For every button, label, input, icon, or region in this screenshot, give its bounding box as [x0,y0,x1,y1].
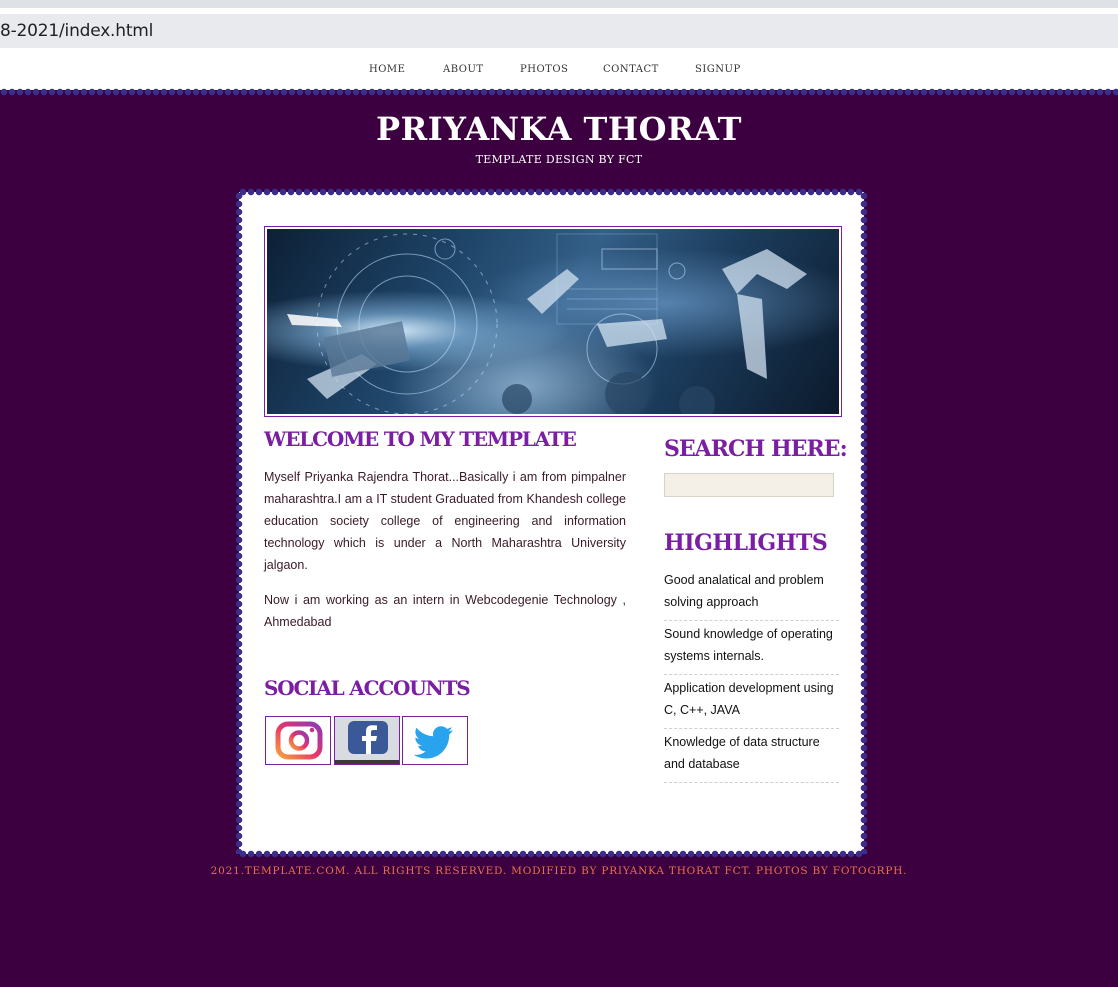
highlight-item: Good analatical and problem solving appr… [664,569,839,621]
nav-item-photos[interactable]: PHOTOS [520,64,568,75]
facebook-icon [335,717,399,764]
address-bar[interactable]: 8-2021/index.html [0,14,1118,48]
facebook-link[interactable] [334,716,400,765]
panel-border-right [860,192,868,854]
site-title: PRIYANKA THORAT [376,110,742,148]
highlight-item: Knowledge of data structure and database [664,731,839,783]
search-input[interactable] [664,473,834,497]
hero-robotics-illustration [267,229,839,414]
footer-copyright: 2021.TEMPLATE.COM. ALL RIGHTS RESERVED. … [210,865,908,877]
panel-border-bottom [239,850,864,858]
panel-border-top [239,188,864,196]
panel-border-left [235,192,243,854]
highlights-list: Good analatical and problem solving appr… [664,569,839,785]
browser-tabstrip [0,0,1118,8]
twitter-icon [413,726,453,759]
address-bar-url: 8-2021/index.html [0,21,154,41]
nav-item-contact[interactable]: CONTACT [603,64,659,75]
nav-item-home[interactable]: HOME [369,64,405,75]
twitter-link[interactable] [402,716,468,765]
highlights-heading: HIGHLIGHTS [664,530,828,556]
intro-paragraph: Now i am working as an intern in Webcode… [264,593,626,629]
social-heading: SOCIAL ACCOUNTS [264,676,471,700]
nav-item-about[interactable]: ABOUT [443,64,484,75]
nav-scalloped-border [0,88,1118,96]
search-heading: SEARCH HERE: [664,436,848,462]
highlight-item: Application development using C, C++, JA… [664,677,839,729]
nav-item-signup[interactable]: SIGNUP [695,64,741,75]
hero-graphic [287,233,807,414]
browser-toolbar: 8-2021/index.html [0,8,1118,52]
instagram-link[interactable] [265,716,331,765]
welcome-heading: WELCOME TO MY TEMPLATE [264,427,577,451]
hero-image [264,226,842,417]
intro-paragraph: Myself Priyanka Rajendra Thorat...Basica… [264,470,626,572]
highlight-item: Sound knowledge of operating systems int… [664,623,839,675]
instagram-icon [275,721,323,760]
intro-text: Myself Priyanka Rajendra Thorat...Basica… [264,466,626,633]
site-subtitle: TEMPLATE DESIGN BY FCT [475,153,643,166]
top-navigation: HOME ABOUT PHOTOS CONTACT SIGNUP [0,52,1118,90]
